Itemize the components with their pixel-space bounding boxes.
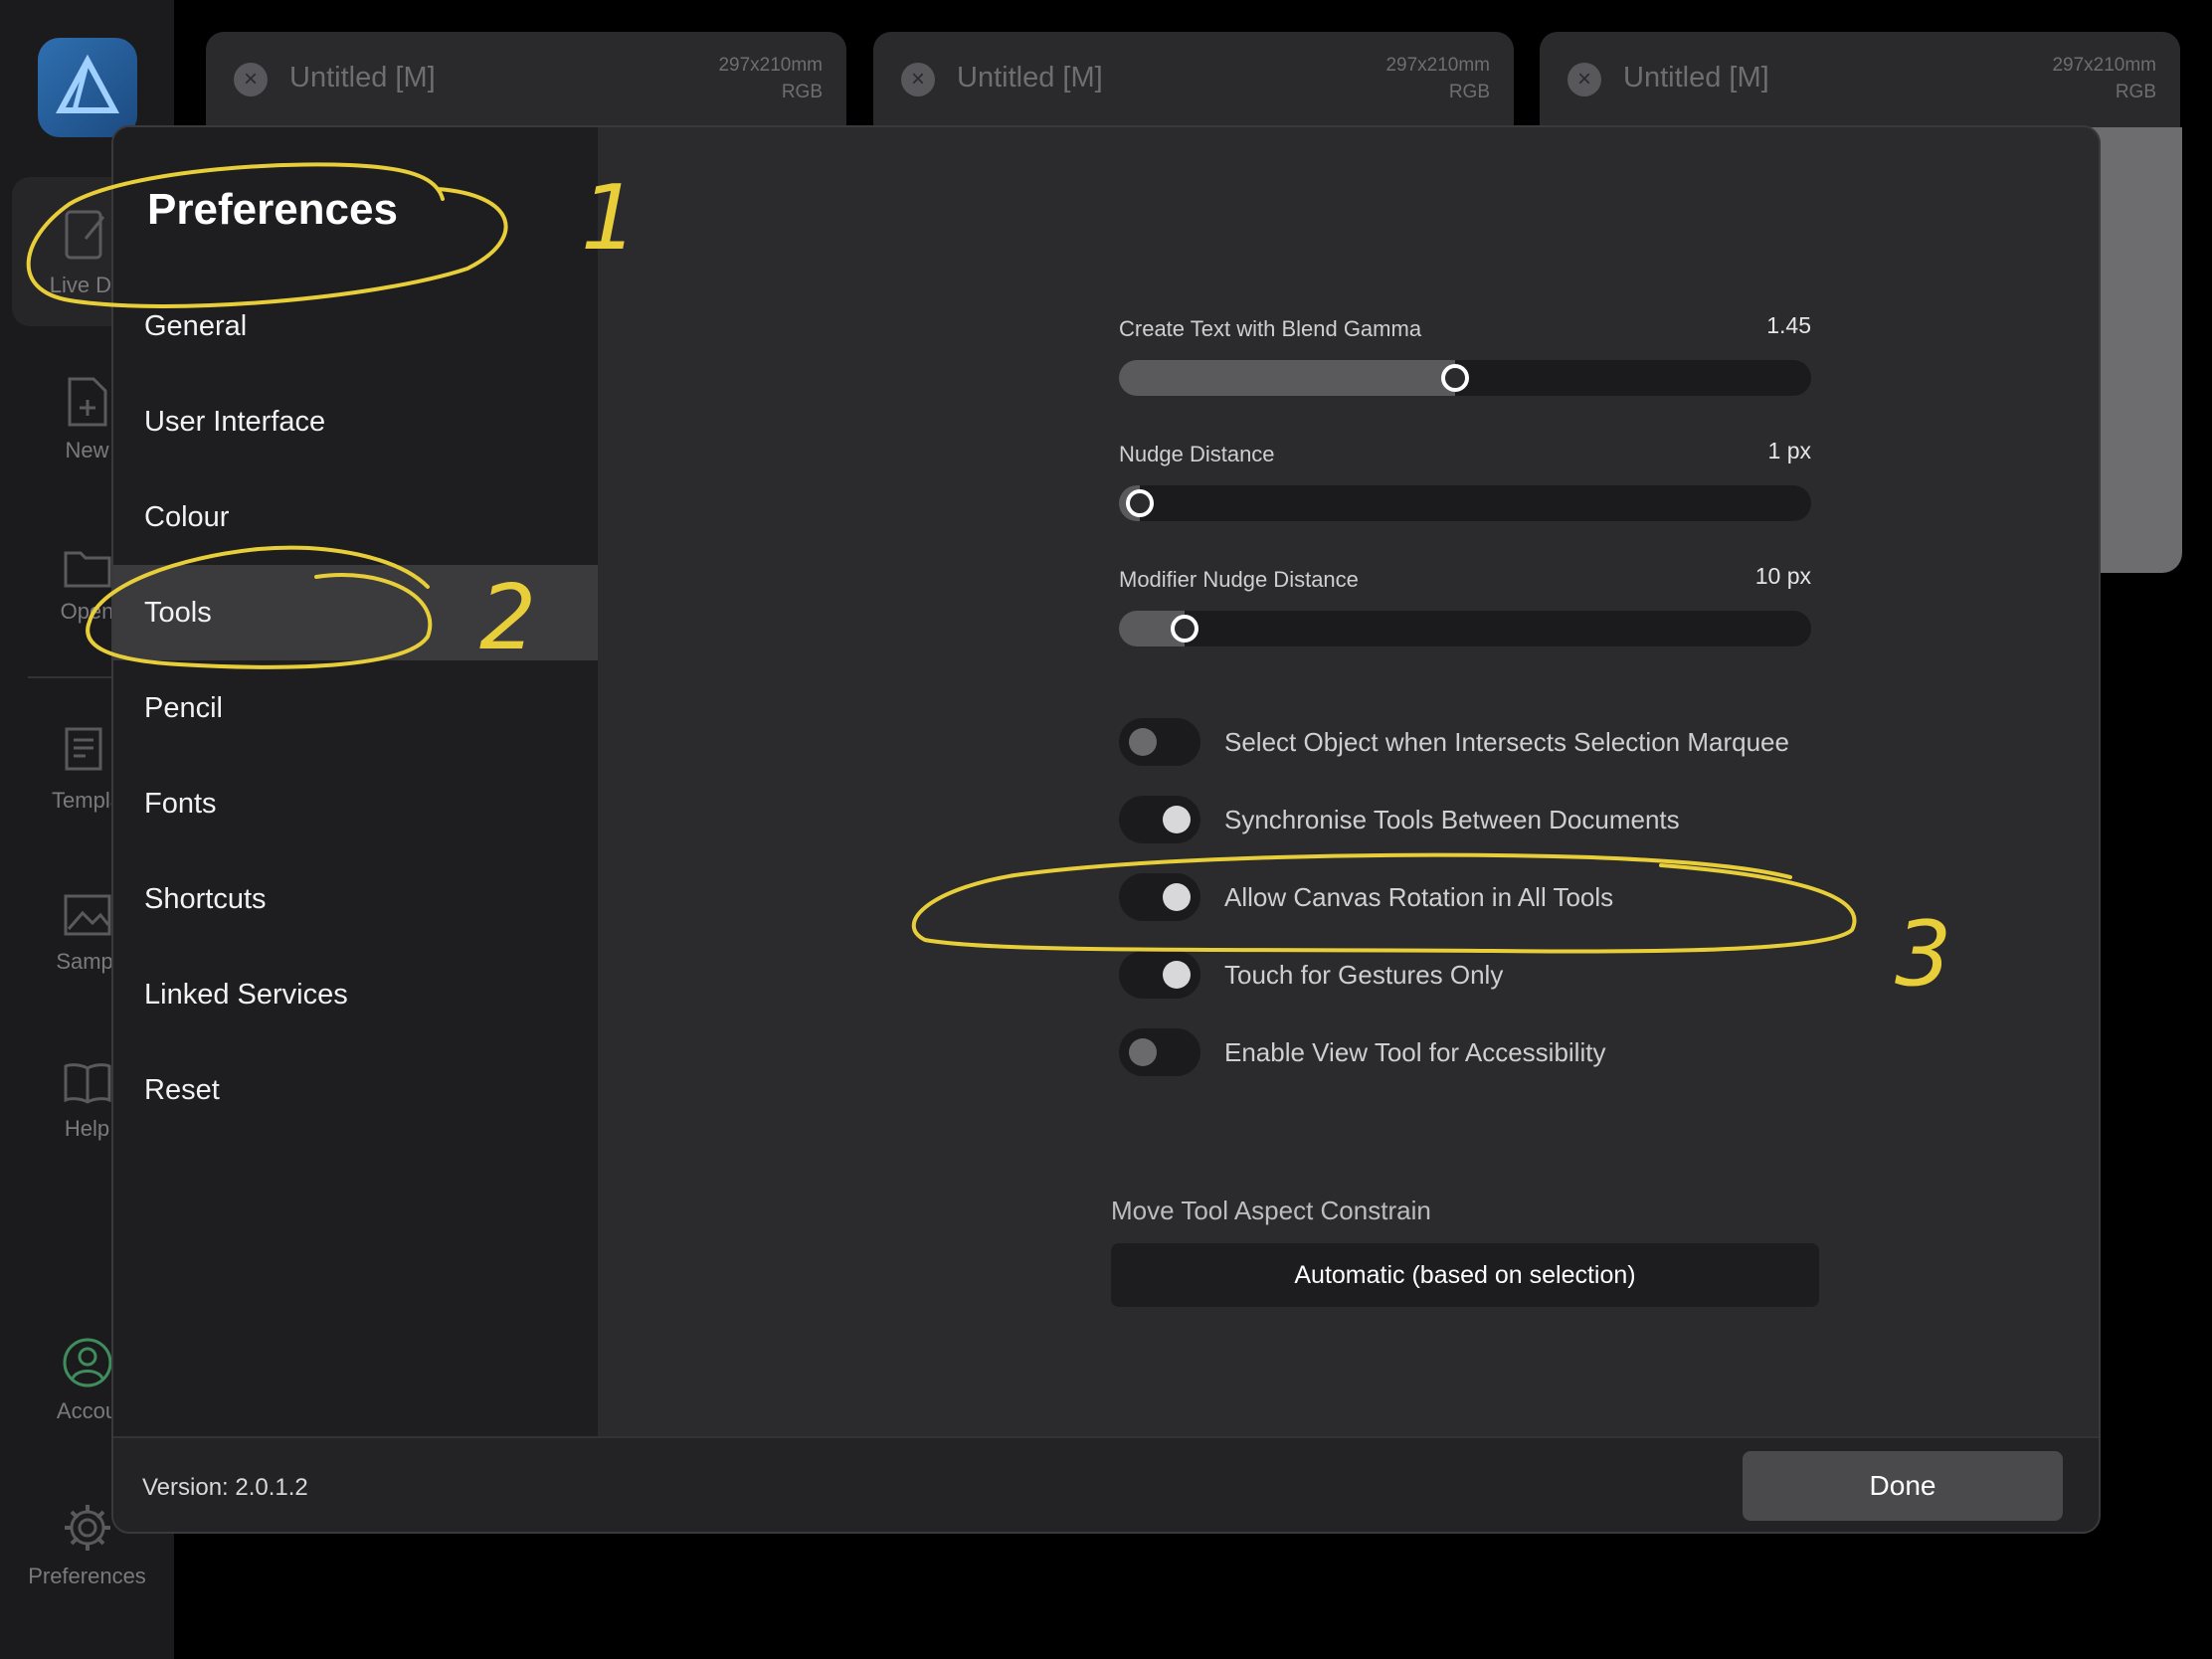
document-tab[interactable]: × Untitled [M] 297x210mm RGB	[206, 32, 846, 127]
nav-item-colour[interactable]: Colour	[113, 469, 598, 565]
tab-size: 297x210mm	[1385, 55, 1490, 76]
toggle-row-select-object: Select Object when Intersects Selection …	[1119, 718, 1789, 766]
account-icon	[63, 1338, 111, 1387]
tab-meta: 297x210mm RGB	[2052, 52, 2156, 105]
tab-title: Untitled [M]	[1623, 62, 1769, 93]
aspect-constrain-select[interactable]: Automatic (based on selection)	[1111, 1243, 1819, 1307]
preferences-dialog: Preferences General User Interface Colou…	[111, 125, 2101, 1534]
tab-meta: 297x210mm RGB	[1385, 52, 1490, 105]
nav-item-pencil[interactable]: Pencil	[113, 660, 598, 756]
new-doc-icon	[68, 377, 106, 427]
toggle-row-view-tool-accessibility: Enable View Tool for Accessibility	[1119, 1028, 1605, 1076]
toggle-row-touch-gestures: Touch for Gestures Only	[1119, 951, 1503, 999]
document-tabs: × Untitled [M] 297x210mm RGB × Untitled […	[206, 32, 2185, 131]
designer-logo-icon	[55, 54, 120, 113]
app-logo[interactable]	[38, 38, 137, 137]
book-icon	[64, 1063, 110, 1104]
slider-label: Create Text with Blend Gamma	[1119, 316, 1422, 341]
close-icon[interactable]: ×	[901, 63, 935, 96]
done-button[interactable]: Done	[1743, 1451, 2063, 1521]
rail-label: Open	[60, 599, 114, 624]
select-object-toggle[interactable]	[1119, 718, 1200, 766]
slider-thumb[interactable]	[1440, 364, 1469, 392]
tab-size: 297x210mm	[718, 55, 823, 76]
nav-item-linked-services[interactable]: Linked Services	[113, 947, 598, 1042]
tab-meta: 297x210mm RGB	[718, 52, 823, 105]
sample-icon	[64, 894, 110, 936]
close-icon[interactable]: ×	[234, 63, 268, 96]
slider-label: Modifier Nudge Distance	[1119, 567, 1359, 592]
touch-gestures-toggle[interactable]	[1119, 951, 1200, 999]
pencil-doc-icon	[65, 210, 105, 260]
rail-label: Accou	[56, 1398, 118, 1423]
view-tool-accessibility-toggle[interactable]	[1119, 1028, 1200, 1076]
tools-settings-panel: Create Text with Blend Gamma 1.45 Nudge …	[598, 127, 2099, 1436]
tab-title: Untitled [M]	[289, 62, 436, 93]
nav-item-reset[interactable]: Reset	[113, 1042, 598, 1138]
toggle-row-canvas-rotation: Allow Canvas Rotation in All Tools	[1119, 873, 1613, 921]
preferences-sidebar: Preferences General User Interface Colou…	[113, 127, 598, 1436]
close-icon[interactable]: ×	[1567, 63, 1601, 96]
page-title: Preferences	[147, 185, 398, 234]
slider-value: 1 px	[1767, 438, 1811, 463]
nav-item-general[interactable]: General	[113, 278, 598, 374]
rail-label: New	[65, 438, 109, 462]
canvas-rotation-toggle[interactable]	[1119, 873, 1200, 921]
nav-item-user-interface[interactable]: User Interface	[113, 374, 598, 469]
rail-label: Help	[64, 1116, 110, 1141]
rail-label: Preferences	[28, 1564, 146, 1588]
template-icon	[65, 727, 101, 771]
slider-track[interactable]	[1119, 485, 1811, 521]
toggle-knob	[1129, 1038, 1157, 1066]
tab-title: Untitled [M]	[957, 62, 1103, 93]
slider-label: Nudge Distance	[1119, 442, 1275, 466]
toggle-label: Enable View Tool for Accessibility	[1224, 1036, 1606, 1067]
document-tab[interactable]: × Untitled [M] 297x210mm RGB	[1540, 32, 2180, 127]
toggle-row-synchronise-tools: Synchronise Tools Between Documents	[1119, 796, 1680, 843]
toggle-label: Select Object when Intersects Selection …	[1224, 726, 1789, 757]
aspect-constrain-label: Move Tool Aspect Constrain	[1111, 1196, 1431, 1225]
version-text: Version: 2.0.1.2	[142, 1474, 308, 1501]
nav-item-tools[interactable]: Tools	[113, 565, 598, 660]
toggle-label: Synchronise Tools Between Documents	[1224, 804, 1680, 834]
slider-value: 1.45	[1766, 312, 1811, 338]
nav-item-shortcuts[interactable]: Shortcuts	[113, 851, 598, 947]
synchronise-tools-toggle[interactable]	[1119, 796, 1200, 843]
tab-color-mode: RGB	[2115, 82, 2156, 102]
gear-icon	[64, 1505, 110, 1551]
slider-value: 10 px	[1754, 563, 1811, 589]
toggle-knob	[1163, 961, 1191, 989]
slider-fill	[1119, 360, 1455, 396]
nav-item-fonts[interactable]: Fonts	[113, 756, 598, 851]
toggle-label: Allow Canvas Rotation in All Tools	[1224, 881, 1614, 912]
dialog-footer: Version: 2.0.1.2 Done	[113, 1436, 2099, 1532]
toggle-knob	[1129, 728, 1157, 756]
tab-color-mode: RGB	[1448, 82, 1490, 102]
rail-label: Sampl	[56, 949, 118, 974]
tab-color-mode: RGB	[781, 82, 823, 102]
folder-icon	[64, 551, 110, 588]
tab-size: 297x210mm	[2052, 55, 2156, 76]
document-tab[interactable]: × Untitled [M] 297x210mm RGB	[873, 32, 1514, 127]
toggle-label: Touch for Gestures Only	[1224, 959, 1504, 990]
slider-track[interactable]	[1119, 611, 1811, 646]
slider-thumb[interactable]	[1126, 489, 1154, 517]
toggle-knob	[1163, 806, 1191, 833]
toggle-knob	[1163, 883, 1191, 911]
slider-thumb[interactable]	[1171, 615, 1199, 643]
